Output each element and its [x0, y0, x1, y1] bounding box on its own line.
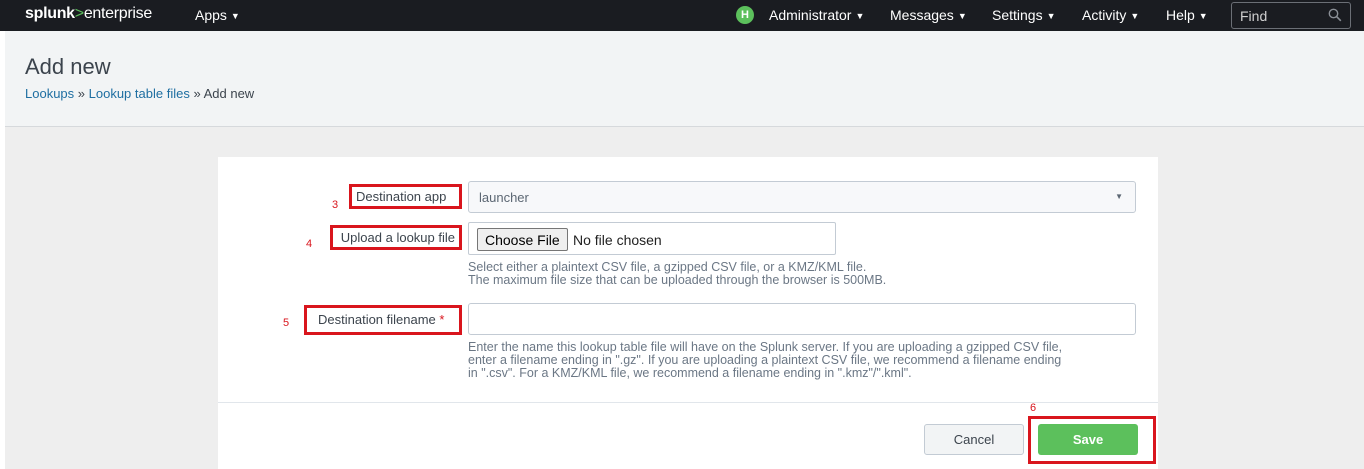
- help-menu[interactable]: Help ▼: [1166, 7, 1208, 23]
- file-status-text: No file chosen: [573, 232, 662, 248]
- splunk-logo[interactable]: splunk>enterprise: [25, 5, 152, 23]
- destination-app-value: launcher: [479, 190, 529, 205]
- apps-menu-label: Apps: [195, 7, 227, 23]
- annotation-number-5: 5: [283, 317, 290, 329]
- messages-menu[interactable]: Messages ▼: [890, 7, 967, 23]
- filename-help-line: in ".csv". For a KMZ/KML file, we recomm…: [468, 366, 912, 380]
- cancel-button[interactable]: Cancel: [924, 424, 1024, 455]
- user-avatar[interactable]: H: [736, 6, 754, 24]
- messages-menu-label: Messages: [890, 7, 954, 23]
- chevron-down-icon: ▼: [230, 11, 240, 21]
- destination-app-select[interactable]: launcher ▼: [468, 181, 1136, 213]
- file-upload-field: Choose File No file chosen: [468, 222, 836, 255]
- annotation-number-4: 4: [306, 238, 313, 250]
- chevron-down-icon: ▼: [1046, 11, 1056, 21]
- destination-filename-input[interactable]: [468, 303, 1136, 335]
- chevron-down-icon: ▼: [1130, 11, 1140, 21]
- upload-file-label: Upload a lookup file: [340, 230, 455, 245]
- page-title: Add new: [25, 54, 111, 79]
- find-box: [1231, 2, 1351, 29]
- breadcrumb: Lookups » Lookup table files » Add new: [25, 86, 254, 101]
- settings-menu[interactable]: Settings ▼: [992, 7, 1056, 23]
- destination-filename-label-text: Destination filename: [318, 312, 436, 327]
- settings-menu-label: Settings: [992, 7, 1043, 23]
- form-footer-divider: [218, 402, 1158, 403]
- logo-brand: splunk: [25, 5, 75, 22]
- search-icon[interactable]: [1328, 8, 1342, 22]
- user-menu[interactable]: Administrator ▼: [769, 7, 864, 23]
- find-input[interactable]: [1232, 3, 1327, 28]
- breadcrumb-current: Add new: [203, 86, 255, 101]
- chevron-down-icon: ▼: [1115, 192, 1123, 201]
- chevron-down-icon: ▼: [1198, 11, 1208, 21]
- save-button[interactable]: Save: [1038, 424, 1138, 455]
- logo-product: enterprise: [83, 5, 152, 22]
- activity-menu[interactable]: Activity ▼: [1082, 7, 1139, 23]
- activity-menu-label: Activity: [1082, 7, 1127, 23]
- top-nav-bar: splunk>enterprise Apps ▼ H Administrator ▼…: [0, 0, 1364, 31]
- apps-menu[interactable]: Apps ▼: [195, 7, 240, 23]
- upload-help-text: Select either a plaintext CSV file, a gz…: [468, 261, 886, 287]
- filename-help-text: Enter the name this lookup table file wi…: [468, 341, 1062, 380]
- page-header: Add new Lookups » Lookup table files » A…: [5, 31, 1364, 127]
- choose-file-button[interactable]: Choose File: [477, 228, 568, 251]
- user-menu-label: Administrator: [769, 7, 852, 23]
- breadcrumb-separator: »: [77, 86, 86, 101]
- chevron-down-icon: ▼: [957, 11, 967, 21]
- annotation-number-6: 6: [1030, 402, 1037, 414]
- upload-help-line: The maximum file size that can be upload…: [468, 273, 887, 287]
- help-menu-label: Help: [1166, 7, 1195, 23]
- breadcrumb-lookups-link[interactable]: Lookups: [25, 86, 74, 101]
- chevron-down-icon: ▼: [855, 11, 865, 21]
- destination-app-label: Destination app: [356, 189, 447, 204]
- add-lookup-form: Destination app 3 launcher ▼ Upload a lo…: [218, 157, 1158, 469]
- annotation-number-3: 3: [332, 199, 339, 211]
- destination-filename-label: Destination filename *: [318, 312, 444, 327]
- required-mark: *: [439, 312, 445, 327]
- logo-arrow: >: [74, 5, 84, 22]
- breadcrumb-separator: »: [193, 86, 201, 101]
- breadcrumb-lookup-table-files-link[interactable]: Lookup table files: [89, 86, 190, 101]
